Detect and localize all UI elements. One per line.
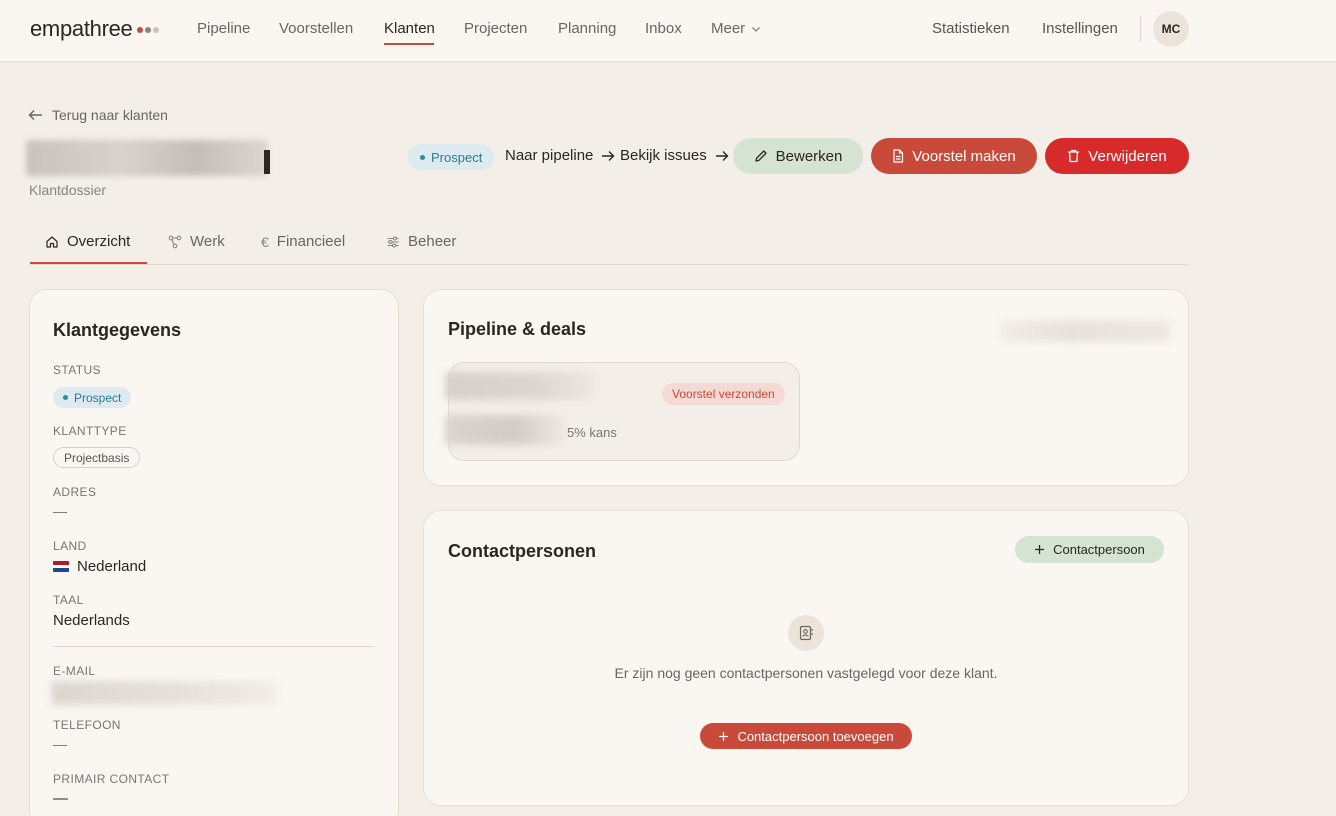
plus-icon bbox=[1035, 545, 1045, 554]
client-type-label: KLANTTYPE bbox=[53, 424, 127, 438]
delete-button[interactable]: Verwijderen bbox=[1045, 138, 1189, 174]
logo-dot bbox=[137, 27, 143, 33]
page-subtitle: Klantdossier bbox=[29, 182, 107, 198]
tabs-divider bbox=[30, 264, 1189, 265]
client-status-value: Prospect bbox=[74, 390, 122, 405]
nav-meer-label: Meer bbox=[711, 20, 746, 37]
pencil-icon bbox=[754, 150, 767, 162]
tab-beheer-label: Beheer bbox=[408, 233, 457, 250]
create-proposal-button[interactable]: Voorstel maken bbox=[871, 138, 1037, 174]
deal-chance: 5% kans bbox=[567, 425, 617, 440]
nav-planning[interactable]: Planning bbox=[558, 20, 616, 37]
country-value: Nederland bbox=[53, 558, 146, 575]
email-value-redacted bbox=[51, 681, 276, 705]
brand-logo-dots bbox=[137, 27, 159, 33]
nav-divider bbox=[1140, 16, 1141, 42]
deal-name-redacted bbox=[445, 372, 595, 400]
deal-status-badge: Voorstel verzonden bbox=[662, 383, 785, 405]
status-badge-label: Prospect bbox=[431, 149, 483, 165]
arrow-right-icon bbox=[715, 150, 729, 161]
phone-value: — bbox=[53, 736, 67, 752]
tab-overzicht-label: Overzicht bbox=[67, 233, 131, 250]
nav-klanten[interactable]: Klanten bbox=[384, 20, 435, 37]
add-contact-button[interactable]: Contactpersoon toevoegen bbox=[700, 723, 912, 749]
nav-active-indicator bbox=[384, 43, 434, 45]
flag-nl-icon bbox=[53, 561, 69, 572]
arrow-left-icon bbox=[28, 110, 42, 120]
client-details-title: Klantgegevens bbox=[53, 320, 182, 340]
client-details-card: Klantgegevens STATUS Prospect KLANTTYPE … bbox=[29, 289, 399, 816]
contacts-card: Contactpersonen Contactpersoon Er zijn n… bbox=[423, 510, 1189, 806]
contact-book-icon bbox=[788, 615, 824, 651]
tab-active-indicator bbox=[30, 262, 147, 264]
back-to-clients-link[interactable]: Terug naar klanten bbox=[28, 107, 168, 123]
country-label: LAND bbox=[53, 539, 87, 553]
nav-pipeline[interactable]: Pipeline bbox=[197, 20, 250, 37]
add-contact-small-label: Contactpersoon bbox=[1053, 542, 1145, 557]
phone-label: TELEFOON bbox=[53, 718, 121, 732]
add-contact-small-button[interactable]: Contactpersoon bbox=[1015, 536, 1164, 563]
pipeline-summary-redacted bbox=[1000, 320, 1170, 342]
tab-financieel[interactable]: € Financieel bbox=[261, 233, 345, 250]
brand-logo[interactable]: empathree bbox=[30, 16, 133, 42]
top-navbar: empathree Pipeline Voorstellen Klanten P… bbox=[0, 0, 1336, 62]
deal-card[interactable]: Voorstel verzonden 5% kans bbox=[445, 362, 800, 461]
home-icon bbox=[46, 235, 58, 248]
sliders-icon bbox=[387, 235, 399, 248]
client-name-redacted bbox=[26, 140, 268, 176]
language-value: Nederlands bbox=[53, 612, 130, 629]
client-status-badge: Prospect bbox=[53, 387, 132, 408]
view-issues-link[interactable]: Bekijk issues bbox=[620, 147, 729, 164]
logo-dot bbox=[153, 27, 159, 33]
tab-werk-label: Werk bbox=[190, 233, 225, 250]
nav-statistieken[interactable]: Statistieken bbox=[932, 20, 1010, 37]
primary-contact-label: PRIMAIR CONTACT bbox=[53, 772, 170, 786]
status-label: STATUS bbox=[53, 363, 101, 377]
language-label: TAAL bbox=[53, 593, 84, 607]
create-proposal-label: Voorstel maken bbox=[912, 147, 1016, 165]
document-icon bbox=[893, 149, 904, 163]
pipeline-deals-title: Pipeline & deals bbox=[448, 319, 587, 339]
status-badge: Prospect bbox=[408, 144, 495, 170]
euro-icon: € bbox=[261, 233, 269, 250]
tab-beheer[interactable]: Beheer bbox=[386, 233, 456, 250]
section-divider bbox=[53, 646, 374, 647]
arrow-right-icon bbox=[602, 150, 615, 161]
logo-dot bbox=[145, 27, 151, 33]
address-value: — bbox=[53, 503, 67, 519]
nav-meer[interactable]: Meer bbox=[711, 20, 761, 37]
client-type-badge: Projectbasis bbox=[53, 447, 141, 468]
nav-projecten[interactable]: Projecten bbox=[464, 20, 527, 37]
nav-voorstellen[interactable]: Voorstellen bbox=[279, 20, 353, 37]
tab-financieel-label: Financieel bbox=[276, 233, 346, 250]
chevron-down-icon bbox=[752, 26, 761, 32]
trash-icon bbox=[1068, 149, 1080, 163]
to-pipeline-label: Naar pipeline bbox=[505, 147, 594, 164]
edit-button[interactable]: Bewerken bbox=[733, 138, 863, 174]
delete-button-label: Verwijderen bbox=[1088, 147, 1167, 165]
back-link-label: Terug naar klanten bbox=[52, 107, 168, 123]
contacts-empty-text: Er zijn nog geen contactpersonen vastgel… bbox=[614, 665, 998, 681]
view-issues-label: Bekijk issues bbox=[620, 147, 707, 164]
plus-icon bbox=[719, 731, 729, 741]
add-contact-label: Contactpersoon toevoegen bbox=[737, 728, 894, 744]
email-label: E-MAIL bbox=[53, 664, 96, 678]
status-dot bbox=[63, 395, 68, 400]
user-avatar[interactable]: MC bbox=[1153, 11, 1189, 47]
nav-instellingen[interactable]: Instellingen bbox=[1042, 20, 1118, 37]
address-label: ADRES bbox=[53, 485, 97, 499]
deal-value-redacted bbox=[445, 415, 563, 445]
workflow-icon bbox=[168, 235, 182, 248]
contacts-title: Contactpersonen bbox=[448, 541, 597, 561]
edit-button-label: Bewerken bbox=[775, 147, 843, 165]
client-name-redacted-edge bbox=[264, 150, 270, 174]
tab-overzicht[interactable]: Overzicht bbox=[45, 233, 130, 250]
country-name: Nederland bbox=[77, 558, 147, 575]
to-pipeline-link[interactable]: Naar pipeline bbox=[505, 147, 615, 164]
primary-contact-value: — bbox=[53, 790, 68, 807]
tab-werk[interactable]: Werk bbox=[168, 233, 225, 250]
nav-inbox[interactable]: Inbox bbox=[645, 20, 682, 37]
status-dot bbox=[420, 154, 425, 160]
pipeline-deals-card: Pipeline & deals Voorstel verzonden 5% k… bbox=[423, 289, 1189, 486]
